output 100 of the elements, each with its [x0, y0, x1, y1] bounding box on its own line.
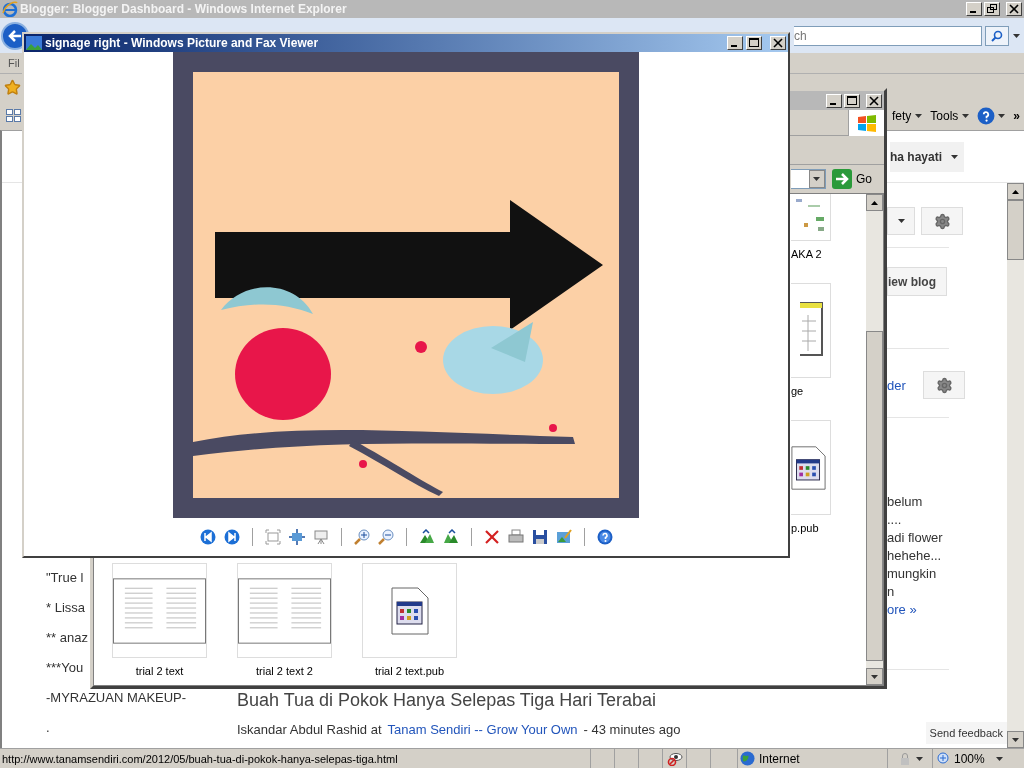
send-feedback-button[interactable]: Send feedback — [925, 722, 1007, 745]
post-text: ***You — [46, 659, 84, 675]
maximize-button[interactable] — [746, 36, 762, 50]
zoom-in-icon[interactable] — [353, 529, 370, 545]
search-button[interactable] — [985, 25, 1009, 46]
settings-icon — [935, 376, 953, 394]
post-author: Iskandar Abdul Rashid at — [237, 721, 382, 740]
scrollbar[interactable] — [1007, 183, 1024, 749]
publisher-file-icon — [791, 443, 826, 492]
minimize-icon — [731, 45, 737, 47]
file-name[interactable]: AKA 2 — [791, 247, 822, 261]
caret-icon — [951, 154, 958, 159]
previous-icon[interactable] — [199, 529, 216, 545]
caret-icon — [962, 113, 970, 118]
window-title: signage right - Windows Picture and Fax Viewer — [45, 35, 319, 52]
save-icon[interactable] — [531, 529, 548, 545]
maximize-icon — [748, 37, 760, 49]
edit-icon[interactable] — [555, 529, 572, 545]
maximize-button[interactable] — [844, 93, 860, 108]
search-field[interactable]: ch — [794, 25, 982, 46]
file-tile[interactable] — [791, 194, 831, 241]
help-button[interactable] — [977, 106, 1006, 125]
print-icon[interactable] — [507, 529, 524, 545]
settings-button[interactable] — [923, 371, 965, 400]
close-button[interactable] — [770, 36, 786, 50]
close-button[interactable] — [866, 93, 882, 108]
command-menu[interactable]: fety — [891, 106, 923, 125]
caret-icon — [897, 219, 905, 224]
tabs-icon[interactable] — [6, 108, 22, 123]
file-name[interactable]: p.pub — [791, 521, 819, 535]
account-menu[interactable]: ha hayati — [890, 141, 964, 172]
browser-icon — [2, 1, 18, 17]
file-tile[interactable] — [112, 563, 207, 658]
picture-icon — [26, 36, 42, 50]
scroll-up-button[interactable] — [866, 194, 883, 211]
file-name[interactable]: trial 2 text 2 — [256, 663, 313, 680]
search-icon — [991, 29, 1003, 42]
file-tile[interactable] — [791, 420, 831, 515]
caret-icon — [998, 113, 1006, 118]
reader-link[interactable]: der — [887, 375, 911, 396]
snippet-text: belum — [887, 493, 923, 512]
delete-icon[interactable] — [483, 529, 500, 545]
minimize-button[interactable] — [966, 2, 982, 16]
read-more-link[interactable]: ore » — [887, 601, 917, 620]
view-blog-button[interactable]: iew blog — [887, 267, 947, 297]
close-icon — [772, 37, 784, 49]
next-icon[interactable] — [223, 529, 240, 545]
help-icon[interactable] — [596, 529, 613, 545]
caret-icon — [915, 756, 923, 761]
minimize-button[interactable] — [826, 93, 842, 108]
caret-icon[interactable] — [1013, 33, 1020, 38]
minimize-icon — [830, 102, 836, 105]
rotate-clockwise-icon[interactable] — [418, 529, 435, 545]
caret-icon — [995, 756, 1003, 761]
scroll-up-button[interactable] — [1007, 183, 1024, 201]
post-time: - 43 minutes ago — [583, 721, 681, 740]
file-name[interactable]: trial 2 text — [135, 663, 184, 680]
settings-icon — [933, 212, 951, 230]
go-button[interactable]: Go — [832, 168, 872, 190]
post-text: "True l — [46, 569, 84, 585]
maximize-icon — [846, 94, 858, 107]
blocked-eye-icon[interactable] — [666, 751, 683, 766]
restore-icon — [986, 3, 998, 15]
file-tile[interactable] — [362, 563, 457, 658]
menu-item[interactable]: Fil — [8, 55, 20, 72]
minimize-button[interactable] — [727, 36, 743, 50]
file-tile[interactable] — [791, 283, 831, 378]
zoom-icon — [937, 751, 951, 766]
publisher-file-icon — [390, 586, 429, 635]
dropdown-button[interactable] — [809, 170, 825, 188]
restore-button[interactable] — [984, 2, 1000, 16]
rotate-counterclockwise-icon[interactable] — [442, 529, 459, 545]
scrollbar[interactable] — [866, 194, 883, 685]
window-title: Blogger: Blogger Dashboard - Windows Internet Explorer — [20, 1, 347, 18]
slideshow-icon[interactable] — [312, 529, 329, 545]
more-chevron[interactable]: » — [1013, 106, 1020, 125]
scroll-down-button[interactable] — [1007, 731, 1024, 749]
caret-icon — [915, 113, 923, 118]
snippet-text: hehehe... — [887, 547, 942, 566]
zoom-out-icon[interactable] — [377, 529, 394, 545]
scroll-thumb[interactable] — [1007, 200, 1024, 261]
globe-icon — [740, 751, 755, 767]
scroll-thumb[interactable] — [866, 331, 883, 661]
file-name[interactable]: trial 2 text.pub — [374, 663, 445, 680]
scroll-down-button[interactable] — [866, 668, 883, 685]
settings-button[interactable] — [921, 207, 963, 236]
actual-size-icon[interactable] — [288, 529, 305, 545]
command-menu[interactable]: Tools — [930, 106, 970, 125]
post-title[interactable]: Buah Tua di Pokok Hanya Selepas Tiga Hari Terabai — [237, 687, 887, 715]
arrow-icon — [832, 169, 852, 189]
address-field[interactable] — [791, 169, 826, 189]
blog-link[interactable]: Tanam Sendiri -- Grow Your Own — [387, 720, 578, 740]
up-arrow-icon — [1012, 189, 1019, 194]
file-name[interactable]: ge — [791, 384, 804, 398]
close-icon — [1008, 3, 1020, 15]
close-button[interactable] — [1006, 2, 1022, 16]
file-tile[interactable] — [237, 563, 332, 658]
post-text: ** anaz — [46, 629, 88, 645]
help-icon — [977, 106, 996, 125]
zoom-level[interactable]: 100% — [932, 749, 1012, 768]
